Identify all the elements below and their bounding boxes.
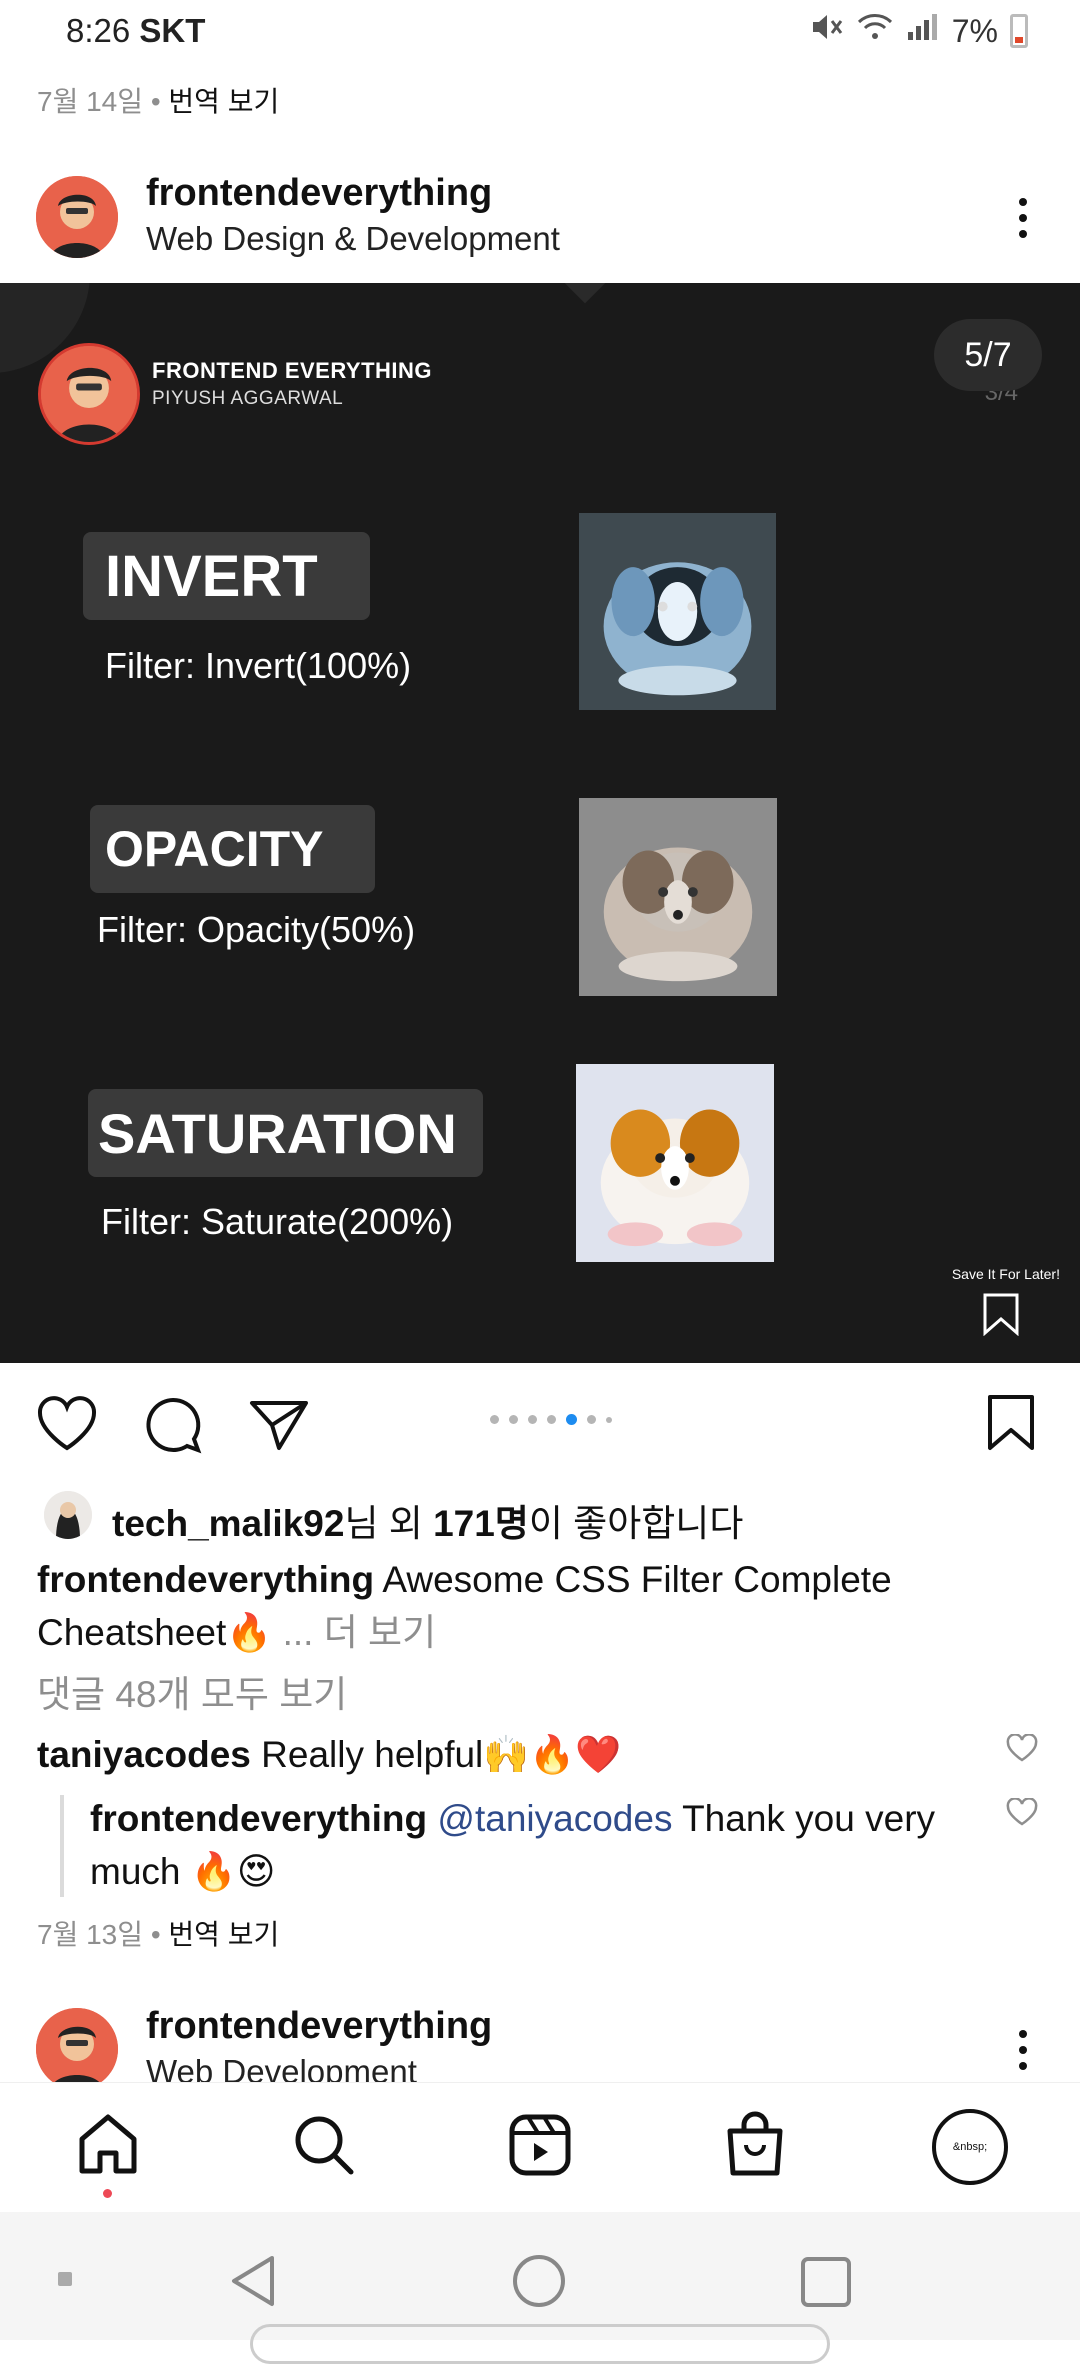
reply-thread-line bbox=[60, 1795, 64, 1897]
comment-username[interactable]: taniyacodes bbox=[37, 1734, 251, 1775]
next-more-options-button[interactable] bbox=[1017, 2030, 1029, 2070]
comment-item: taniyacodes Really helpful🙌🔥❤️ bbox=[37, 1734, 622, 1775]
post-subtitle: Web Design & Development bbox=[146, 220, 560, 257]
slide-bookmark-icon bbox=[982, 1292, 1020, 1341]
post-avatar[interactable] bbox=[36, 176, 118, 258]
likes-summary: tech_malik92님 외 171명이 좋아합니다 bbox=[112, 1503, 744, 1544]
mute-icon bbox=[810, 12, 844, 50]
puppy-saturated-image bbox=[576, 1064, 774, 1262]
save-later-text: Save It For Later! bbox=[951, 1266, 1060, 1282]
profile-tab-avatar[interactable]: &nbsp; bbox=[932, 2109, 1008, 2185]
bookmark-icon[interactable] bbox=[986, 1394, 1036, 1452]
puppy-inverted-image bbox=[579, 513, 776, 710]
slide-author: PIYUSH AGGARWAL bbox=[152, 388, 344, 409]
comment-like-icon[interactable] bbox=[1006, 1734, 1038, 1762]
translate-link[interactable]: 번역 보기 bbox=[168, 86, 279, 117]
reply-mention[interactable]: @taniyacodes bbox=[427, 1798, 672, 1839]
signal-icon bbox=[906, 12, 940, 50]
liker-username[interactable]: tech_malik92 bbox=[112, 1503, 344, 1544]
fire-emoji: 🔥 bbox=[226, 1612, 273, 1653]
home-nav-icon[interactable] bbox=[512, 2254, 566, 2313]
decor-diamond bbox=[549, 283, 621, 304]
next-post-avatar[interactable] bbox=[36, 2008, 118, 2090]
home-icon[interactable] bbox=[76, 2113, 140, 2180]
filter-title-opacity: OPACITY bbox=[90, 805, 375, 893]
post-meta: 7월 13일 • 번역 보기 bbox=[37, 1919, 280, 1950]
back-nav-icon[interactable] bbox=[228, 2254, 278, 2313]
bottom-nav: &nbsp; bbox=[0, 2082, 1080, 2213]
battery-percent: 7% bbox=[951, 12, 998, 49]
like-heart-icon[interactable] bbox=[36, 1396, 98, 1452]
shop-icon[interactable] bbox=[724, 2111, 786, 2182]
system-nav-bar bbox=[0, 2212, 1080, 2364]
reply-like-icon[interactable] bbox=[1006, 1798, 1038, 1826]
reply-username[interactable]: frontendeverything bbox=[90, 1798, 427, 1839]
filter-desc-opacity: Filter: Opacity(50%) bbox=[97, 909, 416, 950]
active-dot bbox=[566, 1414, 577, 1425]
home-active-dot bbox=[103, 2189, 112, 2198]
post-caption: frontendeverything Awesome CSS Filter Co… bbox=[37, 1559, 892, 1653]
status-icons: 7% bbox=[810, 12, 1028, 50]
wifi-icon bbox=[856, 12, 894, 50]
filter-desc-saturation: Filter: Saturate(200%) bbox=[101, 1201, 454, 1242]
carousel-dots bbox=[490, 1414, 612, 1425]
next-post-username[interactable]: frontendeverything bbox=[146, 2005, 492, 2048]
slide-counter: 5/7 bbox=[934, 319, 1042, 391]
more-options-button[interactable] bbox=[1017, 198, 1029, 238]
slide-brand: FRONTEND EVERYTHING bbox=[152, 358, 433, 383]
status-carrier: SKT bbox=[139, 12, 206, 49]
more-link[interactable]: 더 보기 bbox=[324, 1612, 436, 1653]
caption-username[interactable]: frontendeverything bbox=[37, 1559, 374, 1600]
reply-item: frontendeverything @taniyacodes Thank yo… bbox=[90, 1798, 936, 1892]
recents-nav-icon[interactable] bbox=[800, 2256, 852, 2313]
post-slide[interactable]: FRONTEND EVERYTHING PIYUSH AGGARWAL 3/4 … bbox=[0, 283, 1080, 1363]
comment-icon[interactable] bbox=[143, 1396, 203, 1454]
view-all-comments-link[interactable]: 댓글 48개 모두 보기 bbox=[37, 1668, 347, 1721]
liker-avatar[interactable] bbox=[44, 1491, 92, 1539]
slide-author-avatar bbox=[38, 343, 140, 445]
filter-desc-invert: Filter: Invert(100%) bbox=[105, 645, 412, 686]
battery-icon bbox=[1010, 14, 1028, 48]
reels-icon[interactable] bbox=[508, 2113, 572, 2182]
status-time: 8:26 SKT bbox=[66, 12, 206, 49]
search-icon[interactable] bbox=[292, 2113, 356, 2182]
filter-title-saturation: SATURATION bbox=[88, 1089, 483, 1177]
system-indicator-icon bbox=[58, 2272, 72, 2286]
post-username[interactable]: frontendeverything bbox=[146, 172, 492, 215]
filter-title-invert: INVERT bbox=[83, 532, 370, 620]
puppy-opacity-image bbox=[576, 798, 780, 996]
translate-link-2[interactable]: 번역 보기 bbox=[168, 1919, 279, 1950]
gesture-pill bbox=[250, 2324, 830, 2364]
prev-post-meta: 7월 14일 • 번역 보기 bbox=[37, 86, 280, 117]
share-send-icon[interactable] bbox=[248, 1398, 310, 1452]
